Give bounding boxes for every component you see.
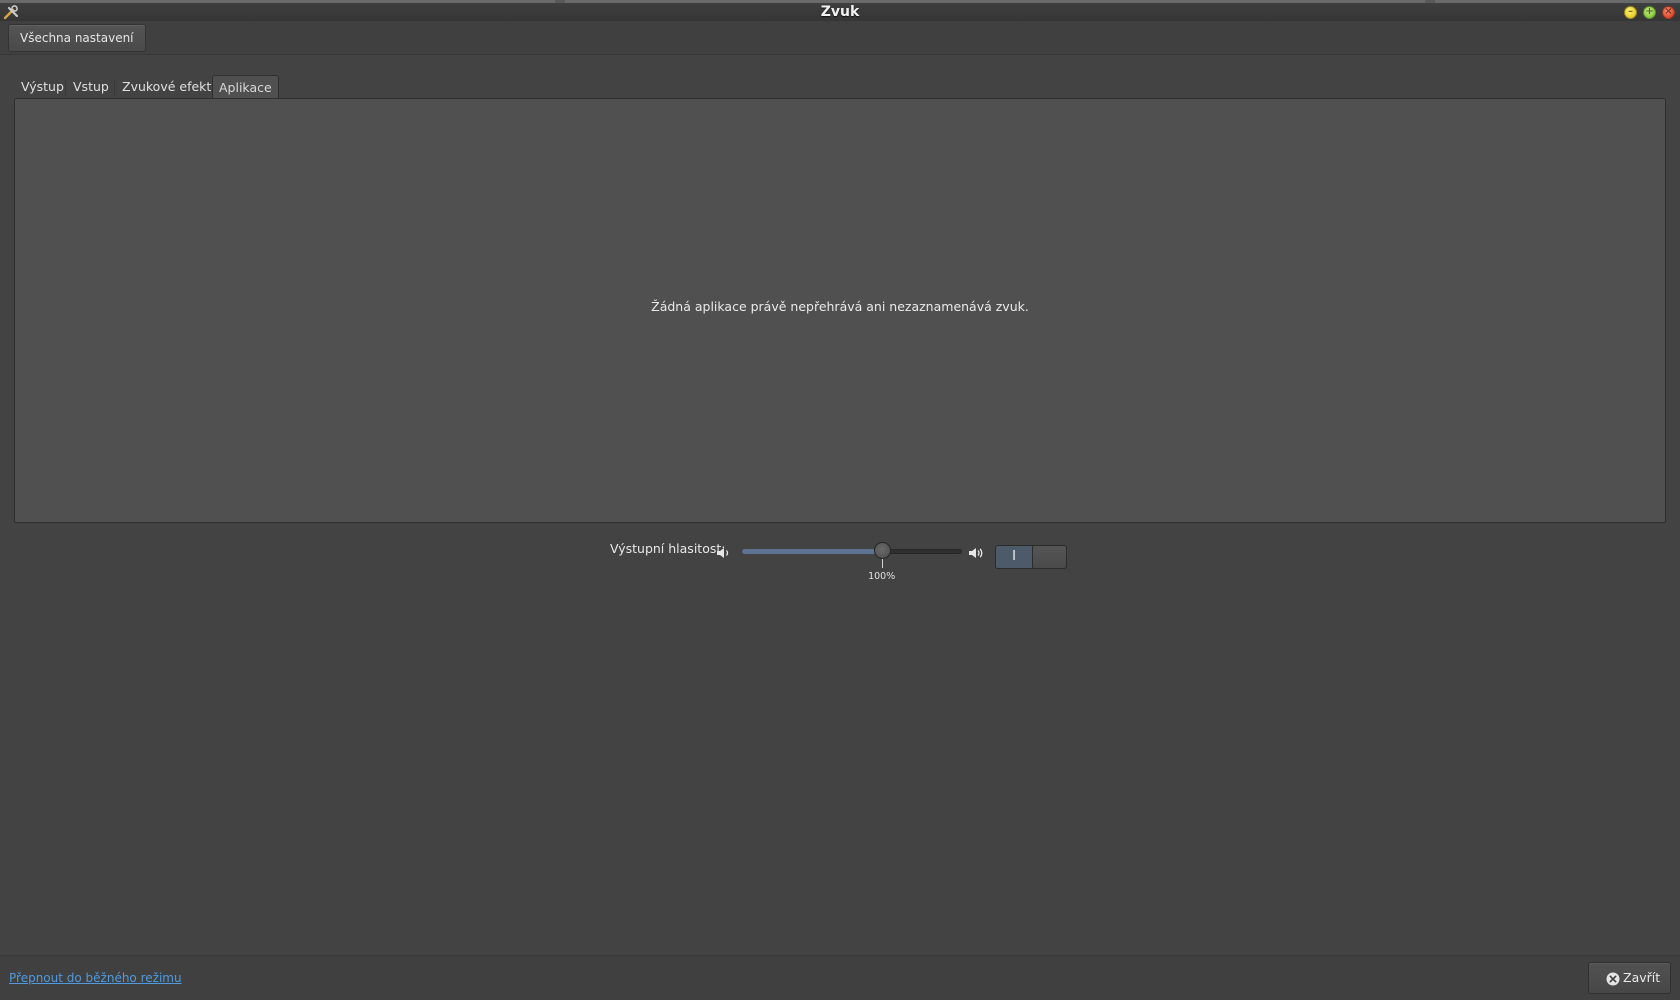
mute-toggle[interactable]: I [995, 545, 1067, 569]
tab-separator [65, 80, 66, 96]
close-icon[interactable]: × [1662, 6, 1675, 19]
tab-output[interactable]: Výstup [15, 75, 70, 99]
tab-separator [114, 80, 115, 96]
close-circle-icon [1606, 972, 1620, 986]
toolbar: Všechna nastavení [0, 21, 1680, 55]
no-applications-message: Žádná aplikace právě nepřehrává ani neza… [651, 299, 1029, 314]
mute-toggle-knob[interactable] [1032, 546, 1066, 568]
volume-high-icon[interactable] [968, 546, 985, 560]
volume-slider-fill [742, 549, 882, 554]
close-button[interactable]: Zavřít [1588, 962, 1671, 994]
tab-sound-effects[interactable]: Zvukové efekty [116, 75, 225, 99]
volume-low-icon[interactable] [716, 546, 733, 560]
tab-input[interactable]: Vstup [67, 75, 115, 99]
volume-slider-thumb[interactable] [873, 542, 891, 559]
applications-panel: Žádná aplikace právě nepřehrává ani neza… [14, 98, 1666, 523]
minimize-icon[interactable]: – [1624, 6, 1637, 19]
all-settings-button[interactable]: Všechna nastavení [8, 24, 146, 52]
switch-mode-link[interactable]: Přepnout do běžného režimu [9, 971, 182, 985]
mute-toggle-on-indicator: I [996, 546, 1032, 568]
footer-bar [0, 956, 1680, 1000]
volume-slider-tick [882, 559, 883, 568]
tab-applications[interactable]: Aplikace [212, 75, 279, 100]
output-volume-label: Výstupní hlasitost: [610, 541, 726, 556]
close-button-label: Zavřít [1623, 970, 1661, 985]
window-title: Zvuk [820, 4, 860, 20]
maximize-icon[interactable]: + [1643, 6, 1656, 19]
title-bar[interactable]: Zvuk – + × [0, 0, 1680, 21]
volume-mark-label: 100% [868, 571, 896, 582]
